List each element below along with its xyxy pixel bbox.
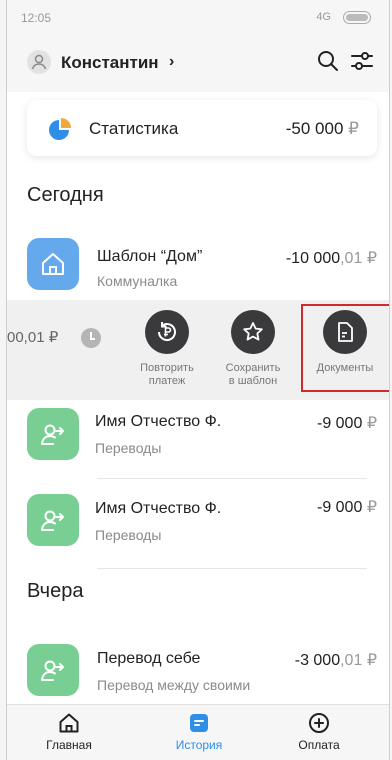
transaction-title: Перевод себе	[97, 650, 201, 667]
plus-circle-icon	[309, 713, 329, 733]
transaction-category: Переводы	[95, 440, 162, 456]
divider	[97, 478, 367, 479]
battery-icon	[343, 11, 371, 24]
network-indicator: 4G	[316, 11, 331, 23]
tab-history-label: История	[175, 738, 223, 752]
save-label-2: в шаблон	[228, 375, 278, 387]
repeat-label-1: Повторить	[140, 362, 194, 374]
home-icon	[59, 713, 79, 733]
clock-icon	[81, 328, 101, 348]
section-today: Сегодня	[27, 184, 104, 206]
app-screen: 12:05 4G Константин › Статистика -50 000…	[6, 0, 390, 760]
bottom-tab-bar: Главная История Оплата	[7, 704, 389, 760]
tab-payment-label: Оплата	[298, 738, 340, 752]
statistics-card[interactable]: Статистика -50 000 ₽	[27, 100, 377, 156]
transaction-amount: -9 000 ₽	[316, 499, 377, 516]
repeat-label-2: платеж	[148, 375, 186, 387]
search-button[interactable]	[315, 48, 341, 79]
transaction-category: Переводы	[95, 527, 162, 543]
tab-history[interactable]: История	[149, 711, 249, 752]
pie-chart-icon	[47, 116, 73, 147]
chevron-right-icon[interactable]: ›	[169, 53, 174, 71]
filter-button[interactable]	[349, 48, 375, 79]
repeat-payment-button[interactable]: Повторить платеж	[125, 310, 209, 388]
profile-name[interactable]: Константин	[61, 53, 159, 73]
person-transfer-icon	[27, 644, 79, 696]
section-yesterday: Вчера	[27, 580, 84, 602]
status-bar: 12:05 4G	[7, 0, 389, 36]
documents-highlight-frame	[301, 304, 389, 392]
avatar[interactable]	[27, 50, 51, 74]
statistics-amount: -50 000 ₽	[285, 119, 359, 138]
save-label-1: Сохранить	[225, 362, 281, 374]
history-icon	[190, 714, 208, 732]
transaction-title: Шаблон “Дом”	[97, 248, 203, 265]
app-header: Константин ›	[7, 36, 389, 92]
person-transfer-icon	[27, 494, 79, 546]
save-template-button[interactable]: Сохранить в шаблон	[211, 310, 295, 388]
star-icon	[243, 322, 263, 341]
hidden-transaction-amount: 00,01 ₽	[7, 329, 59, 346]
tab-payment[interactable]: Оплата	[269, 711, 369, 752]
transaction-title: Имя Отчество Ф.	[95, 413, 222, 430]
transaction-title: Имя Отчество Ф.	[95, 500, 222, 517]
transaction-amount: -9 000 ₽	[316, 415, 377, 432]
tab-home-label: Главная	[46, 738, 92, 752]
search-icon	[318, 51, 338, 71]
status-time: 12:05	[21, 11, 52, 25]
user-icon	[31, 54, 47, 70]
transaction-category: Коммуналка	[97, 273, 178, 289]
tab-home[interactable]: Главная	[19, 711, 119, 752]
repeat-payment-icon	[157, 322, 176, 341]
divider	[97, 568, 367, 569]
transaction-amount: -10 000,01 ₽	[285, 250, 377, 267]
transaction-category: Перевод между своими	[97, 677, 251, 693]
statistics-label: Статистика	[89, 119, 179, 138]
person-transfer-icon	[27, 408, 79, 460]
filter-icon	[351, 52, 373, 70]
home-icon	[27, 238, 79, 290]
transaction-amount: -3 000,01 ₽	[294, 652, 377, 669]
